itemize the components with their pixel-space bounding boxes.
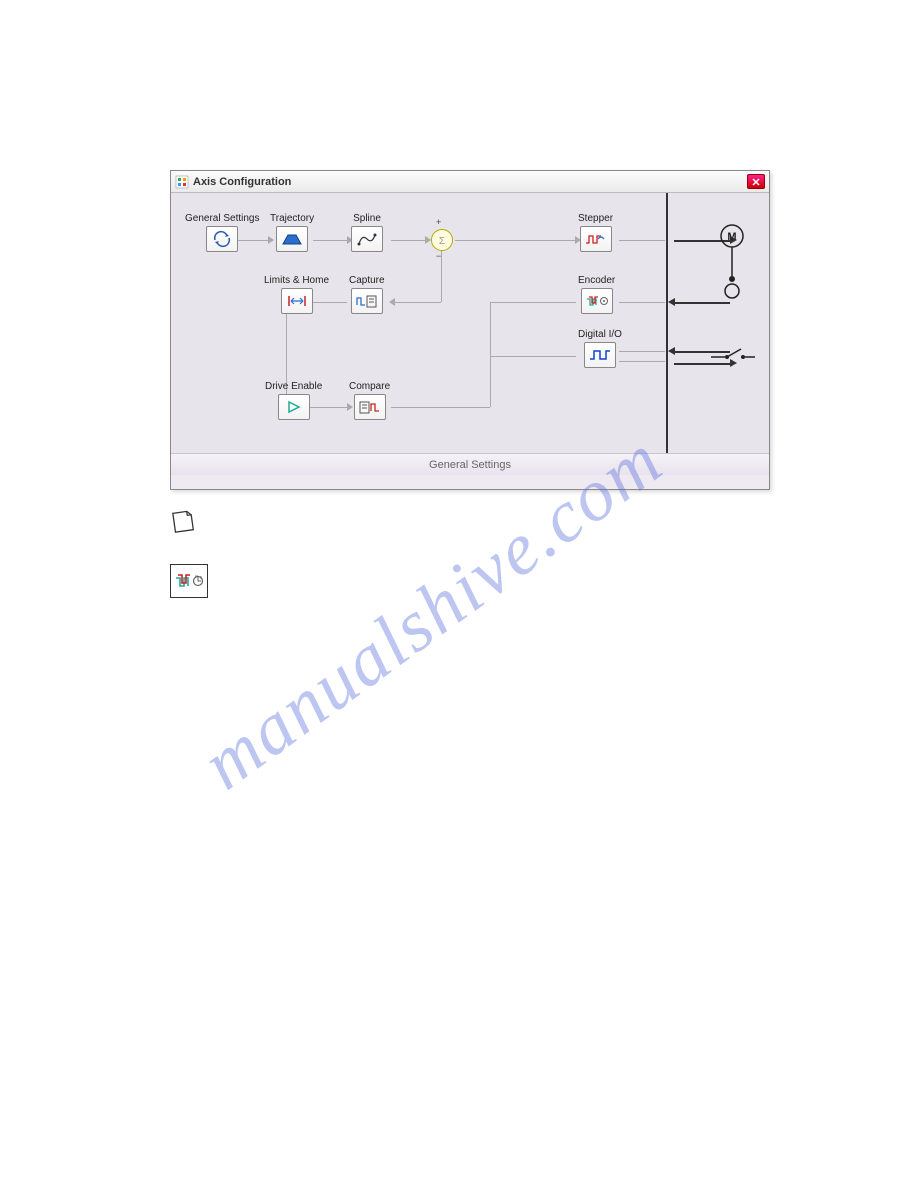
general-settings-label: General Settings <box>185 213 260 224</box>
spline-label: Spline <box>351 213 383 224</box>
drive-enable-label: Drive Enable <box>265 381 322 392</box>
footer-label: General Settings <box>429 459 511 471</box>
diagram-canvas: M General Settings Trajectory <box>171 193 769 453</box>
spline-block[interactable]: Spline <box>351 213 383 252</box>
switch-symbol-icon <box>709 346 757 362</box>
svg-text:M: M <box>727 231 736 243</box>
summation-node: Σ <box>431 229 453 251</box>
limits-home-block[interactable]: Limits & Home <box>264 275 329 314</box>
encoder-label: Encoder <box>578 275 615 286</box>
capture-block[interactable]: Capture <box>349 275 385 314</box>
trajectory-block[interactable]: Trajectory <box>270 213 314 252</box>
axis-config-window: Axis Configuration <box>170 170 770 490</box>
stepper-block[interactable]: Stepper <box>578 213 613 252</box>
note-icon <box>170 508 196 534</box>
spline-curve-icon <box>356 231 378 247</box>
play-triangle-icon <box>285 399 303 415</box>
limits-home-label: Limits & Home <box>264 275 329 286</box>
minus-label: − <box>436 251 441 261</box>
window-footer-sub <box>171 475 769 489</box>
encoder-wave-icon <box>585 293 609 309</box>
stepper-wave-icon <box>584 231 608 247</box>
limits-icon <box>285 294 309 308</box>
stepper-label: Stepper <box>578 213 613 224</box>
compare-label: Compare <box>349 381 390 392</box>
trapezoid-icon <box>281 231 303 247</box>
svg-text:Σ: Σ <box>439 236 445 246</box>
labview-icon <box>175 175 189 189</box>
window-footer: General Settings <box>171 453 769 475</box>
drive-enable-block[interactable]: Drive Enable <box>265 381 322 420</box>
window-titlebar: Axis Configuration <box>171 171 769 193</box>
general-settings-block[interactable]: General Settings <box>185 213 260 252</box>
squarewave-icon <box>588 348 612 362</box>
capture-label: Capture <box>349 275 385 286</box>
sigma-icon: Σ <box>436 234 448 246</box>
close-button[interactable] <box>747 174 765 189</box>
encoder-block[interactable]: Encoder <box>578 275 615 314</box>
motor-symbol-icon: M <box>717 221 747 311</box>
digitalio-block[interactable]: Digital I/O <box>578 329 622 368</box>
encoder-button-icon <box>170 564 208 598</box>
vertical-divider <box>666 193 668 453</box>
trajectory-label: Trajectory <box>270 213 314 224</box>
gear-arrows-icon <box>211 230 233 248</box>
compare-icon <box>358 399 382 415</box>
compare-block[interactable]: Compare <box>349 381 390 420</box>
digitalio-label: Digital I/O <box>578 329 622 340</box>
plus-label: + <box>436 217 441 227</box>
window-title: Axis Configuration <box>193 176 291 188</box>
capture-icon <box>355 293 379 309</box>
